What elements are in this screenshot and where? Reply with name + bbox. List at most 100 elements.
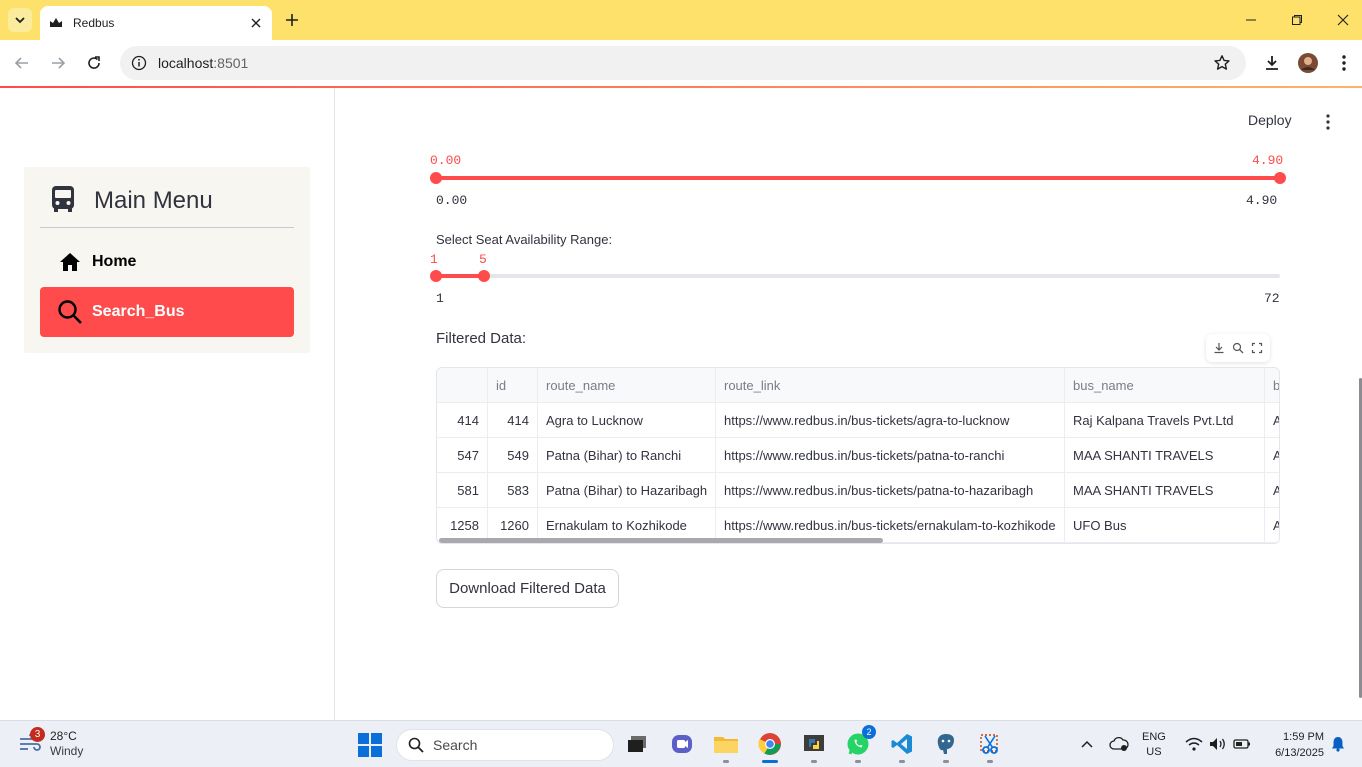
cell-route-name[interactable]: Agra to Lucknow: [538, 403, 716, 438]
cell-bus-name[interactable]: Raj Kalpana Travels Pvt.Ltd: [1065, 403, 1265, 438]
forward-button[interactable]: [45, 50, 71, 76]
weather-condition: Windy: [50, 744, 84, 758]
system-clock[interactable]: 1:59 PM 6/13/2025: [1264, 729, 1324, 761]
snipping-tool-button[interactable]: [975, 729, 1005, 763]
weather-text: 28°C Windy: [50, 729, 83, 759]
new-tab-button[interactable]: [280, 8, 304, 32]
volume-icon[interactable]: [1208, 731, 1228, 757]
notifications-button[interactable]: [1328, 731, 1348, 757]
restore-button[interactable]: [1274, 0, 1320, 40]
column-header-id[interactable]: id: [488, 368, 538, 403]
search-table-icon[interactable]: [1230, 340, 1246, 356]
bus-icon: [50, 185, 76, 218]
vscode-button[interactable]: [887, 729, 917, 763]
download-filtered-data-button[interactable]: Download Filtered Data: [436, 569, 619, 608]
cell-id[interactable]: 549: [488, 438, 538, 473]
cell-clipped[interactable]: A: [1265, 438, 1279, 473]
column-header-clipped[interactable]: b: [1265, 368, 1279, 403]
table-row[interactable]: 547 549 Patna (Bihar) to Ranchi https://…: [437, 438, 1279, 473]
rating-slider-low-handle[interactable]: [430, 172, 442, 184]
restore-icon: [1292, 15, 1302, 25]
cell-route-link[interactable]: https://www.redbus.in/bus-tickets/agra-t…: [716, 403, 1065, 438]
download-csv-icon[interactable]: [1211, 340, 1227, 356]
wifi-icon[interactable]: [1184, 731, 1204, 757]
meet-icon: [672, 735, 692, 753]
app-menu-button[interactable]: [1316, 110, 1340, 134]
menu-item-home[interactable]: Home: [40, 237, 294, 287]
language-code: ENG: [1142, 731, 1166, 743]
cell-clipped[interactable]: A: [1265, 403, 1279, 438]
table-horizontal-scrollbar[interactable]: [439, 538, 883, 543]
running-indicator: [899, 760, 905, 763]
taskbar-search-box[interactable]: Search: [396, 729, 614, 761]
running-indicator: [723, 760, 729, 763]
deploy-button[interactable]: Deploy: [1248, 112, 1292, 128]
column-header-route-name[interactable]: route_name: [538, 368, 716, 403]
menu-item-search-bus[interactable]: Search_Bus: [40, 287, 294, 337]
teams-chat-button[interactable]: [667, 729, 697, 759]
profile-avatar[interactable]: [1295, 50, 1321, 76]
weather-alert-badge: 3: [30, 727, 45, 742]
table-row[interactable]: 581 583 Patna (Bihar) to Hazaribagh http…: [437, 473, 1279, 508]
cell-id[interactable]: 414: [488, 403, 538, 438]
menu-divider: [40, 227, 294, 228]
rating-slider-low-value: 0.00: [430, 153, 462, 168]
table-row[interactable]: 414 414 Agra to Lucknow https://www.redb…: [437, 403, 1279, 438]
cell-bus-name[interactable]: UFO Bus: [1065, 508, 1265, 543]
clock-date: 6/13/2025: [1275, 747, 1324, 759]
address-bar[interactable]: localhost:8501: [120, 46, 1246, 80]
cell-route-name[interactable]: Patna (Bihar) to Hazaribagh: [538, 473, 716, 508]
weather-widget[interactable]: 3 28°C Windy: [18, 727, 83, 759]
chrome-button[interactable]: [755, 729, 785, 763]
python-idle-button[interactable]: [799, 729, 829, 763]
file-explorer-button[interactable]: [711, 729, 741, 763]
back-button[interactable]: [9, 50, 35, 76]
downloads-button[interactable]: [1259, 50, 1285, 76]
whatsapp-button[interactable]: 2: [843, 725, 876, 763]
sidebar: Main Menu Home Search_Bus: [0, 88, 335, 720]
rating-slider-high-handle[interactable]: [1274, 172, 1286, 184]
rating-slider-max-label: 4.90: [1246, 193, 1278, 208]
chevron-down-icon: [15, 17, 25, 24]
cell-route-name[interactable]: Patna (Bihar) to Ranchi: [538, 438, 716, 473]
seat-slider-track[interactable]: [436, 274, 1280, 278]
table-header-row: id route_name route_link bus_name b: [437, 368, 1279, 403]
bell-icon: [1332, 737, 1344, 752]
menu-header: Main Menu: [50, 185, 213, 217]
filtered-data-heading: Filtered Data:: [436, 330, 527, 347]
cell-bus-name[interactable]: MAA SHANTI TRAVELS: [1065, 473, 1265, 508]
cell-clipped[interactable]: A: [1265, 473, 1279, 508]
reload-button[interactable]: [81, 50, 107, 76]
column-header-index: [437, 368, 488, 403]
cell-bus-name[interactable]: MAA SHANTI TRAVELS: [1065, 438, 1265, 473]
close-window-button[interactable]: [1320, 0, 1362, 40]
show-hidden-icons-button[interactable]: [1078, 731, 1096, 757]
fullscreen-icon[interactable]: [1249, 340, 1265, 356]
seat-slider-high-handle[interactable]: [477, 270, 490, 282]
cell-id[interactable]: 583: [488, 473, 538, 508]
tab-search-button[interactable]: [8, 8, 32, 32]
onedrive-tray-icon[interactable]: [1108, 731, 1130, 757]
url-port: :8501: [213, 55, 249, 71]
column-header-bus-name[interactable]: bus_name: [1065, 368, 1265, 403]
url-text[interactable]: localhost:8501: [158, 55, 248, 71]
cell-clipped[interactable]: A: [1265, 508, 1279, 543]
column-header-route-link[interactable]: route_link: [716, 368, 1065, 403]
browser-tab[interactable]: Redbus: [40, 6, 272, 40]
battery-icon[interactable]: [1232, 731, 1252, 757]
start-button[interactable]: [358, 733, 382, 757]
input-language-indicator[interactable]: ENG US: [1142, 730, 1166, 760]
cell-route-link[interactable]: https://www.redbus.in/bus-tickets/patna-…: [716, 438, 1065, 473]
row-index: 414: [437, 403, 488, 438]
bookmark-star-icon[interactable]: [1212, 53, 1232, 73]
cell-route-link[interactable]: https://www.redbus.in/bus-tickets/patna-…: [716, 473, 1065, 508]
browser-menu-button[interactable]: [1331, 50, 1357, 76]
task-view-button[interactable]: [622, 729, 652, 759]
close-tab-icon[interactable]: [248, 15, 264, 31]
pgadmin-button[interactable]: [931, 729, 961, 763]
seat-slider-low-handle[interactable]: [430, 270, 442, 282]
data-table[interactable]: id route_name route_link bus_name b 414 …: [436, 367, 1280, 544]
site-info-icon[interactable]: [129, 53, 149, 73]
minimize-button[interactable]: [1228, 0, 1274, 40]
clock-time: 1:59 PM: [1283, 731, 1324, 743]
